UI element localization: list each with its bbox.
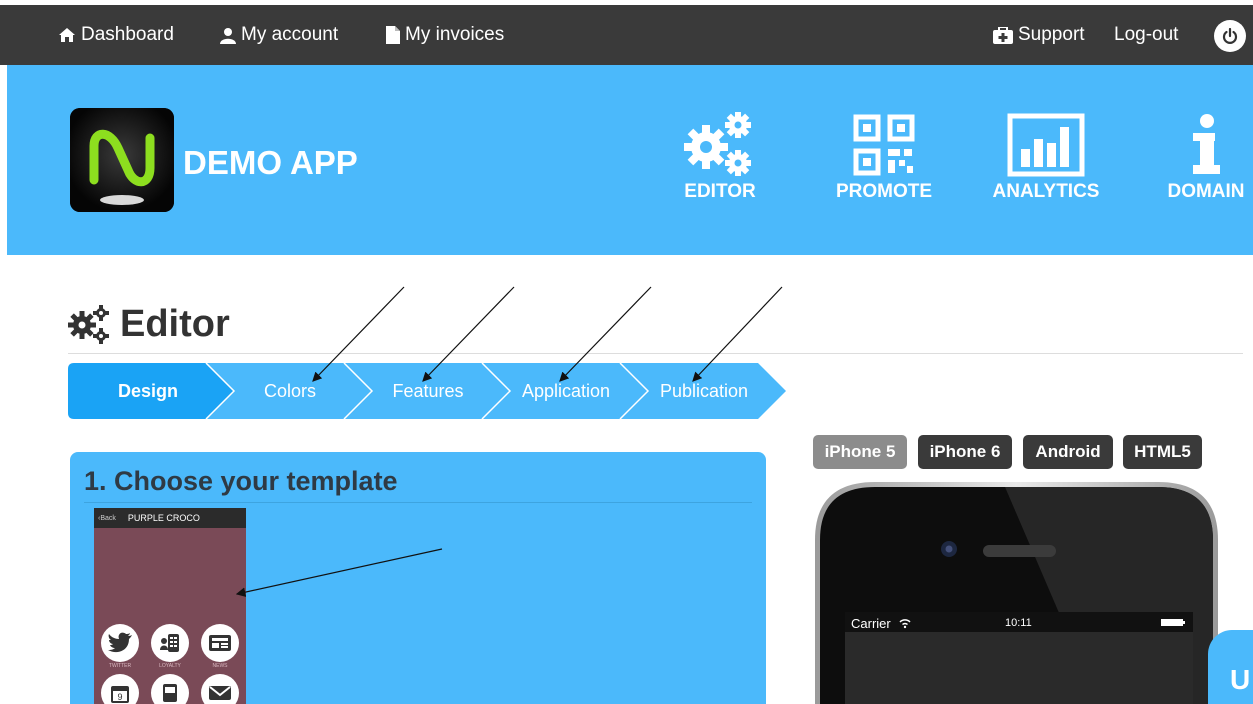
header-nav-domain-label: DOMAIN xyxy=(1167,181,1245,202)
nav-dashboard-label: Dashboard xyxy=(81,24,174,45)
power-button[interactable] xyxy=(1214,20,1246,52)
page-title: Editor xyxy=(68,303,230,346)
thumb-label-news: NEWS xyxy=(212,663,228,669)
phone-preview: Carrier 10:11 xyxy=(815,480,1218,704)
phone-time: 10:11 xyxy=(1005,617,1032,629)
step-bar: Design Colors Features Application Publi… xyxy=(68,363,788,419)
step-application[interactable]: Application xyxy=(496,363,636,419)
nav-support-label: Support xyxy=(1018,24,1085,45)
calendar-icon: 9 xyxy=(101,674,139,704)
thumb-label-loyalty: LOYALTY xyxy=(159,663,181,669)
step-design[interactable]: Design xyxy=(78,363,218,419)
bar-chart-icon xyxy=(1007,113,1085,177)
template-panel: 1. Choose your template ‹Back PURPLE CRO… xyxy=(70,452,766,704)
thumb-title: PURPLE CROCO xyxy=(127,513,200,523)
device-tab-html5[interactable]: HTML5 xyxy=(1123,435,1202,469)
nav-my-invoices[interactable]: My invoices xyxy=(386,5,504,65)
truck-icon xyxy=(151,674,189,704)
nav-my-account-label: My account xyxy=(241,24,339,45)
qrcode-icon xyxy=(853,114,915,176)
template-panel-title: 1. Choose your template xyxy=(84,466,398,496)
header-nav-editor[interactable]: EDITOR xyxy=(655,105,785,203)
header-nav-editor-label: EDITOR xyxy=(684,181,756,202)
file-icon xyxy=(386,26,400,44)
chat-widget-button[interactable]: U xyxy=(1208,630,1253,704)
nav-my-account[interactable]: My account xyxy=(220,5,338,65)
mail-icon xyxy=(201,674,239,704)
header-nav-domain[interactable]: DOMAIN xyxy=(1146,105,1253,203)
chat-widget-label: U xyxy=(1230,664,1251,695)
header-nav-analytics-label: ANALYTICS xyxy=(992,181,1100,202)
nav-dashboard[interactable]: Dashboard xyxy=(58,5,174,65)
device-tab-iphone5[interactable]: iPhone 5 xyxy=(813,435,907,469)
loyalty-card-icon xyxy=(151,624,189,662)
news-icon xyxy=(201,624,239,662)
header-nav-analytics[interactable]: ANALYTICS xyxy=(981,105,1111,203)
phone-carrier: Carrier xyxy=(851,616,891,631)
gears-icon xyxy=(684,112,751,176)
device-tab-iphone6[interactable]: iPhone 6 xyxy=(918,435,1012,469)
nav-support[interactable]: Support xyxy=(993,5,1085,65)
power-icon xyxy=(1222,28,1238,44)
header-nav-promote-label: PROMOTE xyxy=(835,181,933,202)
app-header: DEMO APP EDITOR PROMOTE ANALYTICS DOMAIN xyxy=(7,65,1253,255)
nav-logout[interactable]: Log-out xyxy=(1114,5,1178,65)
app-logo xyxy=(70,108,174,212)
twitter-icon xyxy=(101,624,139,662)
top-bar: Dashboard My account My invoices Support… xyxy=(0,5,1253,65)
app-name: DEMO APP xyxy=(183,144,358,181)
nav-logout-label: Log-out xyxy=(1114,24,1179,45)
step-publication[interactable]: Publication xyxy=(634,363,774,419)
page-title-text: Editor xyxy=(120,303,230,345)
user-icon xyxy=(220,27,236,44)
home-icon xyxy=(59,28,75,42)
nav-my-invoices-label: My invoices xyxy=(405,24,505,45)
calendar-date: 9 xyxy=(117,692,122,702)
thumb-back-label: ‹Back xyxy=(98,514,116,522)
medkit-icon xyxy=(993,26,1013,44)
header-nav-promote[interactable]: PROMOTE xyxy=(819,105,949,203)
template-thumbnail[interactable]: ‹Back PURPLE CROCO TWITTER LOYALTY NEWS … xyxy=(94,508,246,704)
thumb-label-twitter: TWITTER xyxy=(108,663,132,669)
info-icon xyxy=(1193,114,1220,174)
template-panel-divider xyxy=(84,502,752,503)
step-colors[interactable]: Colors xyxy=(220,363,360,419)
device-tab-android[interactable]: Android xyxy=(1023,435,1113,469)
title-divider xyxy=(68,353,1243,354)
step-features[interactable]: Features xyxy=(358,363,498,419)
gears-icon xyxy=(68,304,109,344)
template-thumbnail-header: ‹Back PURPLE CROCO xyxy=(94,508,246,528)
